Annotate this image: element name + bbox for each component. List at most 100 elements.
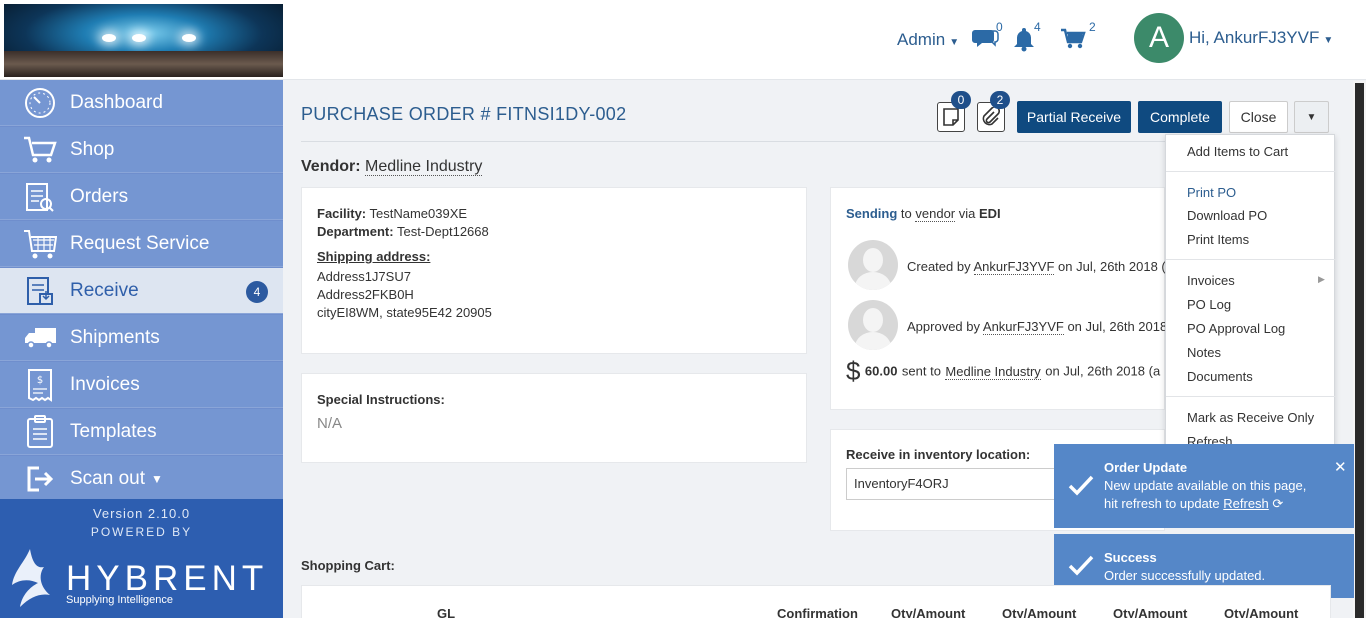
light-spot	[132, 34, 146, 42]
department-row: Department: Test-Dept12668	[317, 224, 489, 239]
menu-item-po-approval-log[interactable]: PO Approval Log	[1187, 321, 1285, 336]
header-logo-image[interactable]	[4, 4, 283, 77]
toast-title: Success	[1104, 550, 1157, 565]
cart-icon	[22, 134, 58, 166]
sidebar-item-receive[interactable]: Receive 4	[0, 268, 283, 314]
vendor-link[interactable]: Medline Industry	[365, 158, 483, 176]
sidebar-item-shipments[interactable]: Shipments	[0, 315, 283, 361]
order-update-toast[interactable]: Order Update New update available on thi…	[1054, 444, 1354, 528]
sidebar-item-label: Request Service	[70, 232, 210, 254]
menu-divider	[1166, 171, 1336, 172]
special-instructions-label: Special Instructions:	[317, 392, 445, 407]
menu-item-invoices[interactable]: Invoices	[1187, 273, 1235, 288]
menu-item-po-log[interactable]: PO Log	[1187, 297, 1231, 312]
inventory-location-label: Receive in inventory location:	[846, 447, 1031, 462]
menu-item-print-items[interactable]: Print Items	[1187, 232, 1249, 247]
inventory-location-field[interactable]: InventoryF4ORJ	[846, 468, 1076, 500]
via-text: via	[958, 206, 976, 221]
created-user-link[interactable]: AnkurFJ3YVF	[973, 259, 1055, 275]
edi-label: EDI	[979, 206, 1001, 221]
sidebar-item-shop[interactable]: Shop	[0, 127, 283, 173]
vendor-line: Vendor: Medline Industry	[301, 158, 483, 176]
sent-to-text: sent to	[901, 363, 941, 379]
templates-icon	[22, 414, 58, 448]
menu-item-download-po[interactable]: Download PO	[1187, 208, 1267, 223]
notes-count-badge: 0	[951, 91, 971, 109]
toast-refresh-link[interactable]: Refresh	[1223, 496, 1269, 511]
scrollbar[interactable]	[1353, 81, 1366, 618]
sidebar-item-templates[interactable]: Templates	[0, 409, 283, 455]
caret-down-icon: ▼	[949, 37, 960, 48]
toast-title: Order Update	[1104, 460, 1188, 475]
menu-divider	[1166, 396, 1336, 397]
menu-item-notes[interactable]: Notes	[1187, 345, 1221, 360]
sidebar-item-scan-out[interactable]: Scan out ▼	[0, 456, 283, 502]
note-icon	[943, 108, 959, 126]
toast-line: New update available on this page,	[1104, 478, 1307, 493]
chevron-down-icon: ▼	[151, 471, 163, 486]
menu-item-documents[interactable]: Documents	[1187, 369, 1253, 384]
sending-line: Sending to vendor via EDI	[846, 206, 1001, 222]
sidebar-item-label: Invoices	[70, 373, 140, 395]
toast-line: hit refresh to update	[1104, 496, 1220, 511]
close-icon[interactable]: ✕	[1334, 458, 1347, 476]
paperclip-icon	[982, 107, 1000, 126]
submenu-arrow-icon: ▶	[1318, 274, 1325, 284]
department-value: Test-Dept12668	[396, 224, 489, 239]
scrollbar-thumb[interactable]	[1355, 83, 1364, 618]
sending-label: Sending	[846, 206, 898, 221]
complete-button[interactable]: Complete	[1138, 101, 1222, 133]
sidebar-item-invoices[interactable]: $ Invoices	[0, 362, 283, 408]
sent-vendor-link[interactable]: Medline Industry	[945, 363, 1041, 380]
created-line: Created by AnkurFJ3YVF on Jul, 26th 2018…	[907, 259, 1166, 275]
check-icon	[1068, 475, 1094, 496]
user-avatar[interactable]: A	[1134, 13, 1184, 63]
vendor-link[interactable]: vendor	[915, 206, 956, 222]
sidebar-item-label: Shipments	[70, 326, 160, 348]
light-spot	[102, 34, 116, 42]
sent-line: $ 60.00 sent to Medline Industry on Jul,…	[846, 356, 1160, 387]
sidebar-item-label: Dashboard	[70, 91, 163, 113]
more-actions-button[interactable]: ▼	[1294, 101, 1329, 133]
cart-count: 2	[1089, 20, 1096, 34]
svg-text:$: $	[37, 375, 43, 386]
sidebar-item-dashboard[interactable]: Dashboard	[0, 80, 283, 126]
menu-item-mark-receive-only[interactable]: Mark as Receive Only	[1187, 410, 1314, 425]
messages-count: 0	[996, 20, 1003, 34]
partial-receive-button[interactable]: Partial Receive	[1017, 101, 1131, 133]
orders-icon	[22, 181, 58, 213]
sidebar: Dashboard Shop Orders Request Service Re…	[0, 80, 283, 618]
menu-item-add-items-to-cart[interactable]: Add Items to Cart	[1187, 144, 1288, 159]
approved-prefix: Approved by	[907, 319, 980, 334]
service-icon	[22, 228, 58, 260]
admin-menu[interactable]: Admin ▼	[897, 30, 959, 50]
sidebar-item-label: Shop	[70, 138, 115, 160]
close-button[interactable]: Close	[1229, 101, 1288, 133]
facility-label: Facility:	[317, 206, 367, 221]
sidebar-item-label: Receive	[70, 279, 139, 301]
address-line: cityEI8WM, state95E42 20905	[317, 305, 492, 320]
facility-card: Facility: TestName039XE Department: Test…	[301, 187, 807, 354]
notifications-count: 4	[1034, 20, 1041, 34]
address-line: Address2FKB0H	[317, 287, 414, 302]
user-menu[interactable]: Hi, AnkurFJ3YVF ▼	[1189, 28, 1333, 48]
facility-value: TestName039XE	[369, 206, 468, 221]
receive-icon	[22, 275, 58, 307]
sidebar-item-request-service[interactable]: Request Service	[0, 221, 283, 267]
sent-suffix: on Jul, 26th 2018 (a	[1045, 363, 1161, 379]
menu-divider	[1166, 259, 1336, 260]
sidebar-item-orders[interactable]: Orders	[0, 174, 283, 220]
department-label: Department:	[317, 224, 394, 239]
refresh-icon: ⟳	[1272, 496, 1284, 511]
version-text: Version 2.10.0	[92, 506, 191, 521]
approved-line: Approved by AnkurFJ3YVF on Jul, 26th 201…	[907, 319, 1167, 335]
notifications-bell-icon[interactable]	[1012, 26, 1036, 57]
receive-count-badge: 4	[246, 281, 268, 303]
approver-avatar	[848, 300, 898, 350]
sidebar-item-label: Scan out	[70, 467, 145, 489]
approved-user-link[interactable]: AnkurFJ3YVF	[982, 319, 1064, 335]
cart-icon[interactable]	[1060, 28, 1086, 55]
hybrent-logo-icon	[10, 549, 52, 614]
to-text: to	[900, 206, 912, 221]
menu-item-print-po[interactable]: Print PO	[1187, 185, 1236, 200]
